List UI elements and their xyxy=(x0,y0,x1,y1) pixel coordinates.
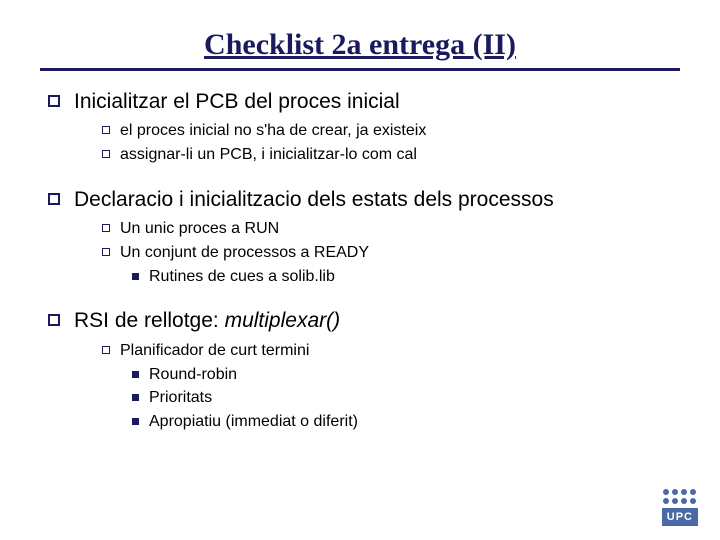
bullet-level1: RSI de rellotge: multiplexar() xyxy=(40,308,680,334)
square-bullet-small-icon xyxy=(102,224,110,232)
bullet-text: Rutines de cues a solib.lib xyxy=(149,267,335,288)
logo-dots-icon xyxy=(662,489,698,504)
square-bullet-icon xyxy=(48,95,60,107)
slide-title: Checklist 2a entrega (II) xyxy=(40,28,680,62)
square-bullet-small-icon xyxy=(102,248,110,256)
bullet-level2: assignar-li un PCB, i inicialitzar-lo co… xyxy=(102,145,680,166)
bullet-text: Declaracio i inicialitzacio dels estats … xyxy=(74,187,554,213)
bullet-level2: el proces inicial no s'ha de crear, ja e… xyxy=(102,121,680,142)
square-bullet-icon xyxy=(48,193,60,205)
bullet-text: Planificador de curt termini xyxy=(120,341,309,362)
bullet-level3: Prioritats xyxy=(132,388,680,409)
bullet-text: RSI de rellotge: multiplexar() xyxy=(74,308,340,334)
text-prefix: RSI de rellotge: xyxy=(74,309,225,332)
bullet-text: Un conjunt de processos a READY xyxy=(120,243,369,264)
bullet-level2: Un unic proces a RUN xyxy=(102,219,680,240)
bullet-text: Round-robin xyxy=(149,365,237,386)
bullet-level2: Un conjunt de processos a READY xyxy=(102,243,680,264)
title-rule xyxy=(40,68,680,71)
upc-logo: UPC xyxy=(662,489,698,526)
text-italic: multiplexar() xyxy=(225,309,341,332)
filled-square-bullet-icon xyxy=(132,394,139,401)
bullet-level1: Inicialitzar el PCB del proces inicial xyxy=(40,89,680,115)
bullet-level3: Round-robin xyxy=(132,365,680,386)
bullet-text: Inicialitzar el PCB del proces inicial xyxy=(74,89,400,115)
bullet-text: Apropiatiu (immediat o diferit) xyxy=(149,412,358,433)
filled-square-bullet-icon xyxy=(132,273,139,280)
bullet-text: Prioritats xyxy=(149,388,212,409)
logo-text: UPC xyxy=(662,508,698,526)
bullet-level3: Apropiatiu (immediat o diferit) xyxy=(132,412,680,433)
bullet-text: Un unic proces a RUN xyxy=(120,219,279,240)
slide: Checklist 2a entrega (II) Inicialitzar e… xyxy=(0,0,720,456)
bullet-level3: Rutines de cues a solib.lib xyxy=(132,267,680,288)
filled-square-bullet-icon xyxy=(132,371,139,378)
bullet-level1: Declaracio i inicialitzacio dels estats … xyxy=(40,187,680,213)
bullet-text: el proces inicial no s'ha de crear, ja e… xyxy=(120,121,426,142)
bullet-text: assignar-li un PCB, i inicialitzar-lo co… xyxy=(120,145,417,166)
square-bullet-small-icon xyxy=(102,126,110,134)
square-bullet-small-icon xyxy=(102,150,110,158)
bullet-level2: Planificador de curt termini xyxy=(102,341,680,362)
square-bullet-icon xyxy=(48,314,60,326)
filled-square-bullet-icon xyxy=(132,418,139,425)
square-bullet-small-icon xyxy=(102,346,110,354)
